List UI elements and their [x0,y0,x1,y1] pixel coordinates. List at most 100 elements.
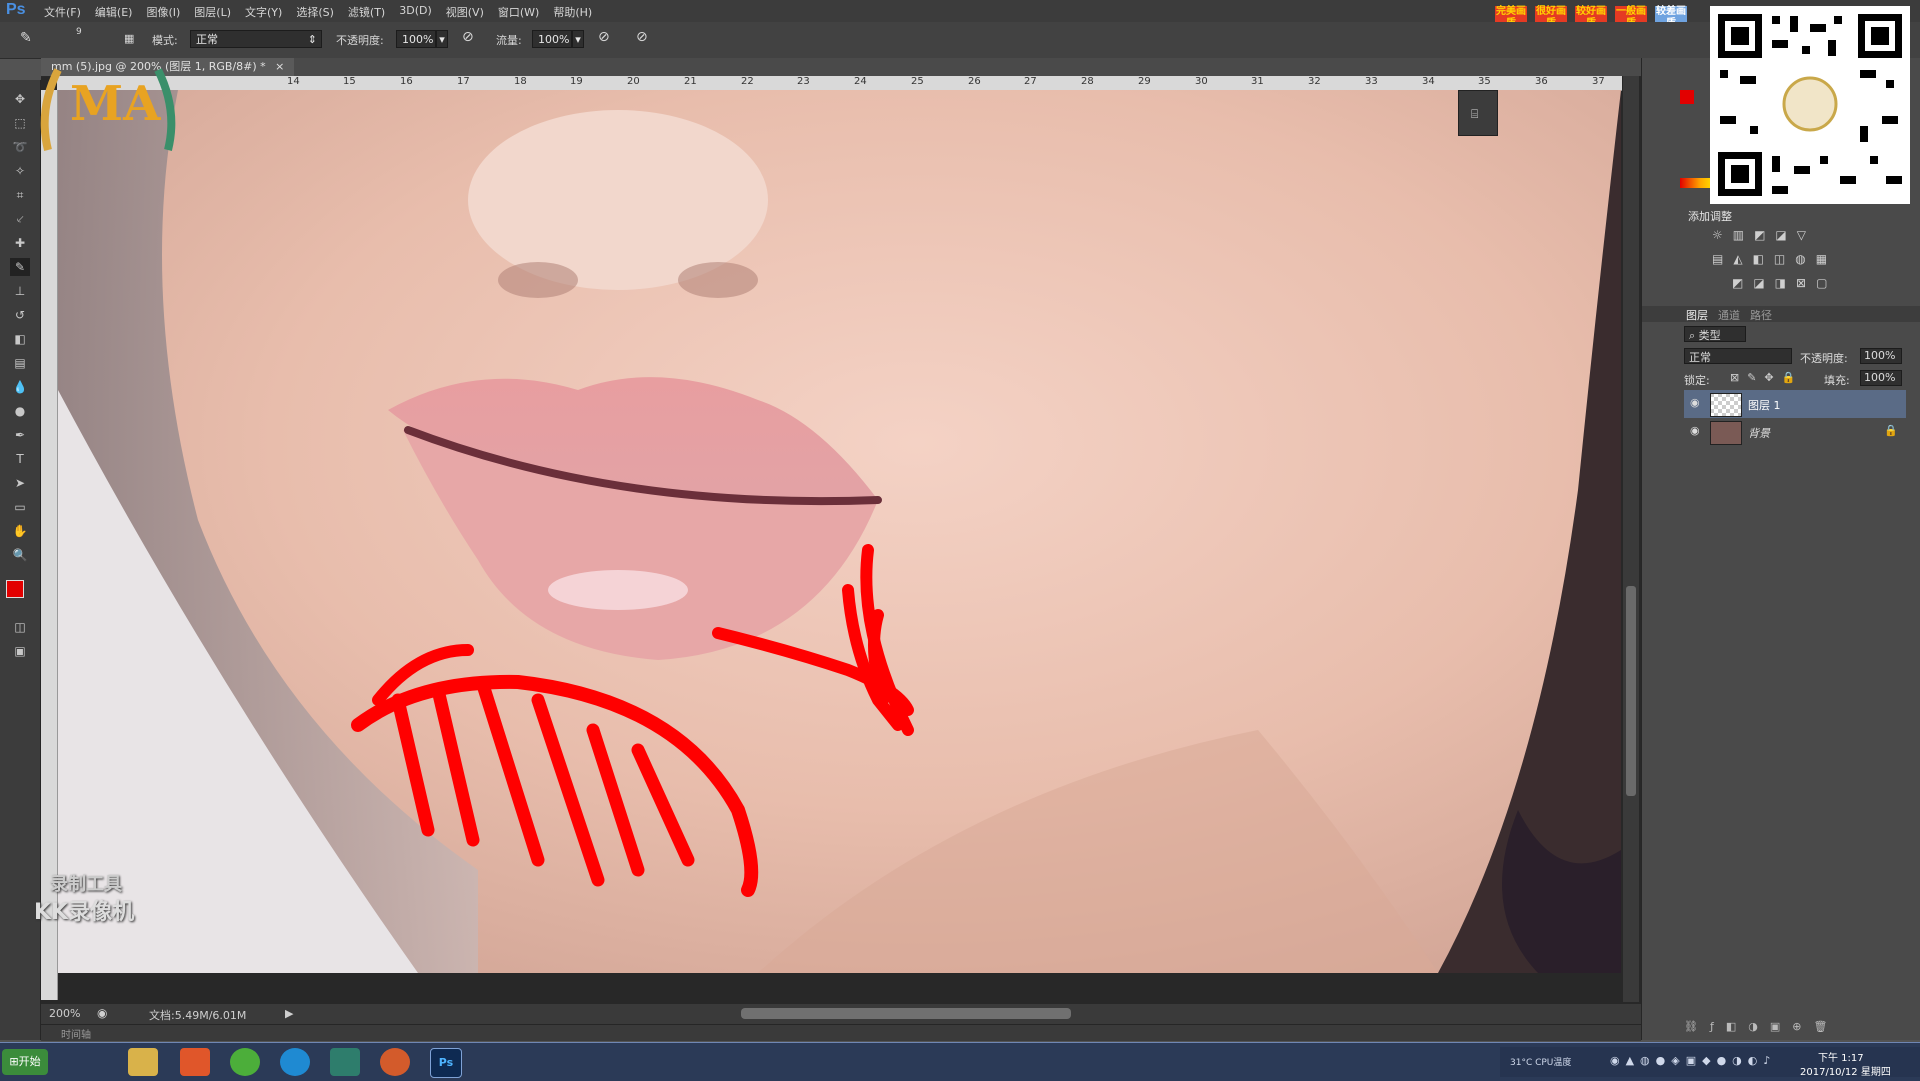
flow-input[interactable]: 100% [532,30,572,48]
marquee-tool-icon[interactable]: ⬚ [10,114,30,132]
app3-taskbar-icon[interactable] [380,1048,410,1076]
layer-fill-input[interactable]: 100% [1860,370,1902,386]
brush-tool-icon[interactable]: ✎ [10,258,30,276]
timeline-bar[interactable]: 时间轴 [41,1024,1641,1041]
menu-edit[interactable]: 编辑(E) [95,4,133,20]
layer-name[interactable]: 背景 [1748,425,1770,441]
pressure-size-icon[interactable]: ⊘ [636,29,648,45]
start-button[interactable]: ⊞开始 [2,1049,48,1075]
eye-icon[interactable]: ◉ [1690,424,1700,437]
gradient-icon[interactable]: ▤ [10,354,30,372]
menu-file[interactable]: 文件(F) [44,4,81,20]
chevron-down-icon: ⇕ [307,33,317,46]
pen-tool-icon[interactable]: ✒ [10,426,30,444]
app-taskbar-icon[interactable] [180,1048,210,1076]
kk-recorder-taskbar-icon[interactable] [280,1048,310,1076]
adjustments-icons-row3[interactable]: ◩◪◨⊠▢ [1732,276,1837,290]
brush-size-value[interactable]: 9 [76,27,82,37]
mode-value: 正常 [196,33,218,46]
clock-date[interactable]: 2017/10/12 星期四 [1800,1063,1891,1078]
blend-mode-select[interactable]: 正常 [1684,348,1792,364]
ruler-label: 32 [1308,76,1321,87]
watermark-line2: KK录像机 [34,900,135,925]
system-tray: 31°C CPU温度 ◉▲◍●◈▣◆●◑◐♪ 下午 1:17 2017/10/1… [1500,1047,1920,1078]
tray-icons[interactable]: ◉▲◍●◈▣◆●◑◐♪ [1610,1054,1776,1067]
dodge-tool-icon[interactable]: ● [10,402,30,420]
menu-type[interactable]: 文字(Y) [245,4,282,20]
layer-opacity-input[interactable]: 100% [1860,348,1902,364]
status-menu-arrow-icon[interactable]: ▶ [285,1007,293,1020]
eraser-icon[interactable]: ◧ [10,330,30,348]
menu-view[interactable]: 视图(V) [446,4,484,20]
right-panels: 添加调整 ☼▥◩◪▽ ▤◭◧◫◍▦ ◩◪◨⊠▢ 图层 通道 路径 ⌕ 类型 正常… [1641,58,1920,1040]
layer-filter-select[interactable]: ⌕ 类型 [1684,326,1746,342]
status-icon[interactable]: ◉ [97,1006,107,1020]
move-tool-icon[interactable]: ✥ [10,90,30,108]
image-canvas[interactable]: ⌸ [58,90,1621,973]
pressure-opacity-icon[interactable]: ⊘ [462,29,474,45]
foreground-color-swatch[interactable] [6,580,24,598]
eyedropper-icon[interactable]: ⸔ [10,210,30,228]
type-tool-icon[interactable]: T [10,450,30,468]
ruler-label: 25 [911,76,924,87]
menu-layer[interactable]: 图层(L) [194,4,231,20]
watermark-line1: 录制工具 [50,874,122,895]
lock-icons[interactable]: ⊠✎✥🔒 [1730,371,1803,384]
explorer-taskbar-icon[interactable] [128,1048,158,1076]
adjustments-icons-row2[interactable]: ▤◭◧◫◍▦ [1712,252,1837,266]
menu-filter[interactable]: 滤镜(T) [348,4,385,20]
flow-dropdown-icon[interactable]: ▾ [572,30,584,48]
ruler-label: 22 [741,76,754,87]
document-info: 文档:5.49M/6.01M [149,1009,247,1022]
tab-layers[interactable]: 图层 [1686,307,1708,323]
tab-channels[interactable]: 通道 [1718,307,1740,323]
quick-select-icon[interactable]: ✧ [10,162,30,180]
mode-select[interactable]: 正常 ⇕ [190,30,322,48]
adjustments-icons-row1[interactable]: ☼▥◩◪▽ [1712,228,1816,242]
vertical-scrollbar[interactable] [1623,76,1639,1002]
floating-mini-panel[interactable]: ⌸ [1458,90,1498,136]
layer-name[interactable]: 图层 1 [1748,397,1781,413]
opacity-input[interactable]: 100% [396,30,436,48]
blur-tool-icon[interactable]: 💧 [10,378,30,396]
photoshop-taskbar-icon[interactable]: Ps [430,1048,462,1078]
vertical-scroll-thumb[interactable] [1626,586,1636,796]
brush-tool-icon[interactable]: ✎ [20,30,32,46]
layers-panel-footer-icons[interactable]: ⛓ƒ◧◑▣⊕🗑 [1684,1020,1906,1036]
layer-row-layer1[interactable]: ◉ 图层 1 [1684,390,1906,418]
mode-label: 模式: [152,34,178,47]
hand-tool-icon[interactable]: ✋ [10,522,30,540]
eye-icon[interactable]: ◉ [1690,396,1700,409]
shape-tool-icon[interactable]: ▭ [10,498,30,516]
start-label: 开始 [18,1055,41,1068]
zoom-tool-icon[interactable]: 🔍 [10,546,30,564]
menu-select[interactable]: 选择(S) [296,4,334,20]
airbrush-icon[interactable]: ⊘ [598,29,610,45]
menu-help[interactable]: 帮助(H) [553,4,592,20]
clock-time[interactable]: 下午 1:17 [1818,1049,1864,1064]
clone-stamp-icon[interactable]: ⊥ [10,282,30,300]
menu-window[interactable]: 窗口(W) [498,4,539,20]
path-select-icon[interactable]: ➤ [10,474,30,492]
screen-mode-icon[interactable]: ▣ [10,642,30,660]
browser-taskbar-icon[interactable] [230,1048,260,1076]
brush-panel-icon[interactable]: ▦ [124,32,134,45]
crop-tool-icon[interactable]: ⌗ [10,186,30,204]
document-tab-bar: mm (5).jpg @ 200% (图层 1, RGB/8#) * × [41,58,1641,77]
history-brush-icon[interactable]: ↺ [10,306,30,324]
status-bar: 200% ◉ 文档:5.49M/6.01M ▶ [41,1004,1641,1024]
healing-brush-icon[interactable]: ✚ [10,234,30,252]
quick-mask-icon[interactable]: ◫ [10,618,30,636]
opacity-dropdown-icon[interactable]: ▾ [436,30,448,48]
layer-row-background[interactable]: ◉ 背景 🔒 [1684,418,1906,446]
zoom-level[interactable]: 200% [49,1007,80,1020]
close-icon[interactable]: × [275,60,284,73]
app2-taskbar-icon[interactable] [330,1048,360,1076]
tab-paths[interactable]: 路径 [1750,307,1772,323]
panel-icon[interactable]: ⌸ [1471,107,1478,122]
color-panel-swatch[interactable] [1680,90,1694,104]
horizontal-scroll-thumb[interactable] [741,1008,1071,1019]
menu-image[interactable]: 图像(I) [146,4,180,20]
menu-3d[interactable]: 3D(D) [399,4,432,20]
lasso-tool-icon[interactable]: ➰ [10,138,30,156]
